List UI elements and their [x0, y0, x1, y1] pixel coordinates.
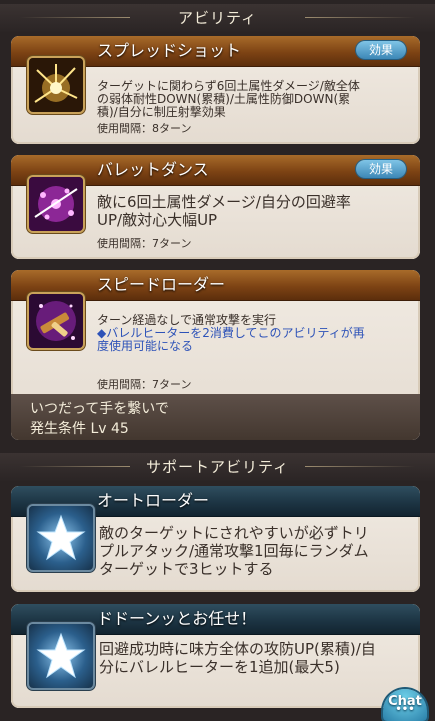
- support-title: オートローダー: [97, 491, 210, 510]
- ability-title: バレットダンス: [97, 160, 209, 179]
- ability-title: スプレッドショット: [97, 41, 242, 60]
- star-icon: [29, 624, 93, 688]
- effect-button[interactable]: 効果: [356, 160, 406, 178]
- speed-loader-icon: [29, 294, 83, 348]
- spread-shot-icon: [29, 58, 83, 112]
- ability-card-spread-shot[interactable]: スプレッドショット 効果 ターゲットに関わらず6回土属性ダメージ/敵全体 の弱体…: [11, 36, 420, 144]
- ability-card-bullet-dance[interactable]: バレットダンス 効果 敵に6回土属性ダメージ/自分の回避率 UP/敵対心大幅UP…: [11, 155, 420, 259]
- chat-button[interactable]: Chat •••: [383, 689, 427, 721]
- ability-description: ターゲットに関わらず6回土属性ダメージ/敵全体 の弱体耐性DOWN(累積)/土属…: [97, 79, 360, 119]
- star-icon: [29, 506, 93, 570]
- effect-button[interactable]: 効果: [356, 41, 406, 59]
- ability-description: ターン経過なしで通常攻撃を実行 ◆バレルヒーターを2消費してこのアビリティが再 …: [97, 313, 365, 353]
- ability-card-speed-loader[interactable]: スピードローダー ターン経過なしで通常攻撃を実行 ◆バレルヒーターを2消費してこ…: [11, 270, 420, 440]
- ability-cooldown: 使用間隔：7ターン: [97, 378, 192, 391]
- ability-cooldown: 使用間隔：8ターン: [97, 122, 192, 135]
- support-card-dodoon[interactable]: ドドーンッとお任せ！ 回避成功時に味方全体の攻防UP(累積)/自 分にバレルヒー…: [11, 604, 420, 708]
- support-title: ドドーンッとお任せ！: [97, 609, 257, 628]
- ability-cooldown: 使用間隔：7ターン: [97, 237, 192, 250]
- bullet-dance-icon: [29, 177, 83, 231]
- support-abilities-header: サポートアビリティ: [0, 453, 435, 481]
- support-description: 敵のターゲットにされやすいが必ずトリ プルアタック/通常攻撃1回毎にランダム タ…: [99, 524, 369, 578]
- ability-title: スピードローダー: [97, 275, 226, 294]
- ability-description: 敵に6回土属性ダメージ/自分の回避率 UP/敵対心大幅UP: [97, 193, 351, 229]
- trigger-condition: 発生条件 Lv 45: [30, 421, 129, 437]
- abilities-header: アビリティ: [0, 4, 435, 32]
- support-card-auto-loader[interactable]: オートローダー 敵のターゲットにされやすいが必ずトリ プルアタック/通常攻撃1回…: [11, 486, 420, 592]
- trigger-panel: いつだって手を繋いで 発生条件 Lv 45: [11, 394, 420, 440]
- support-description: 回避成功時に味方全体の攻防UP(累積)/自 分にバレルヒーターを1追加(最大5): [99, 640, 376, 676]
- trigger-name: いつだって手を繋いで: [30, 401, 169, 417]
